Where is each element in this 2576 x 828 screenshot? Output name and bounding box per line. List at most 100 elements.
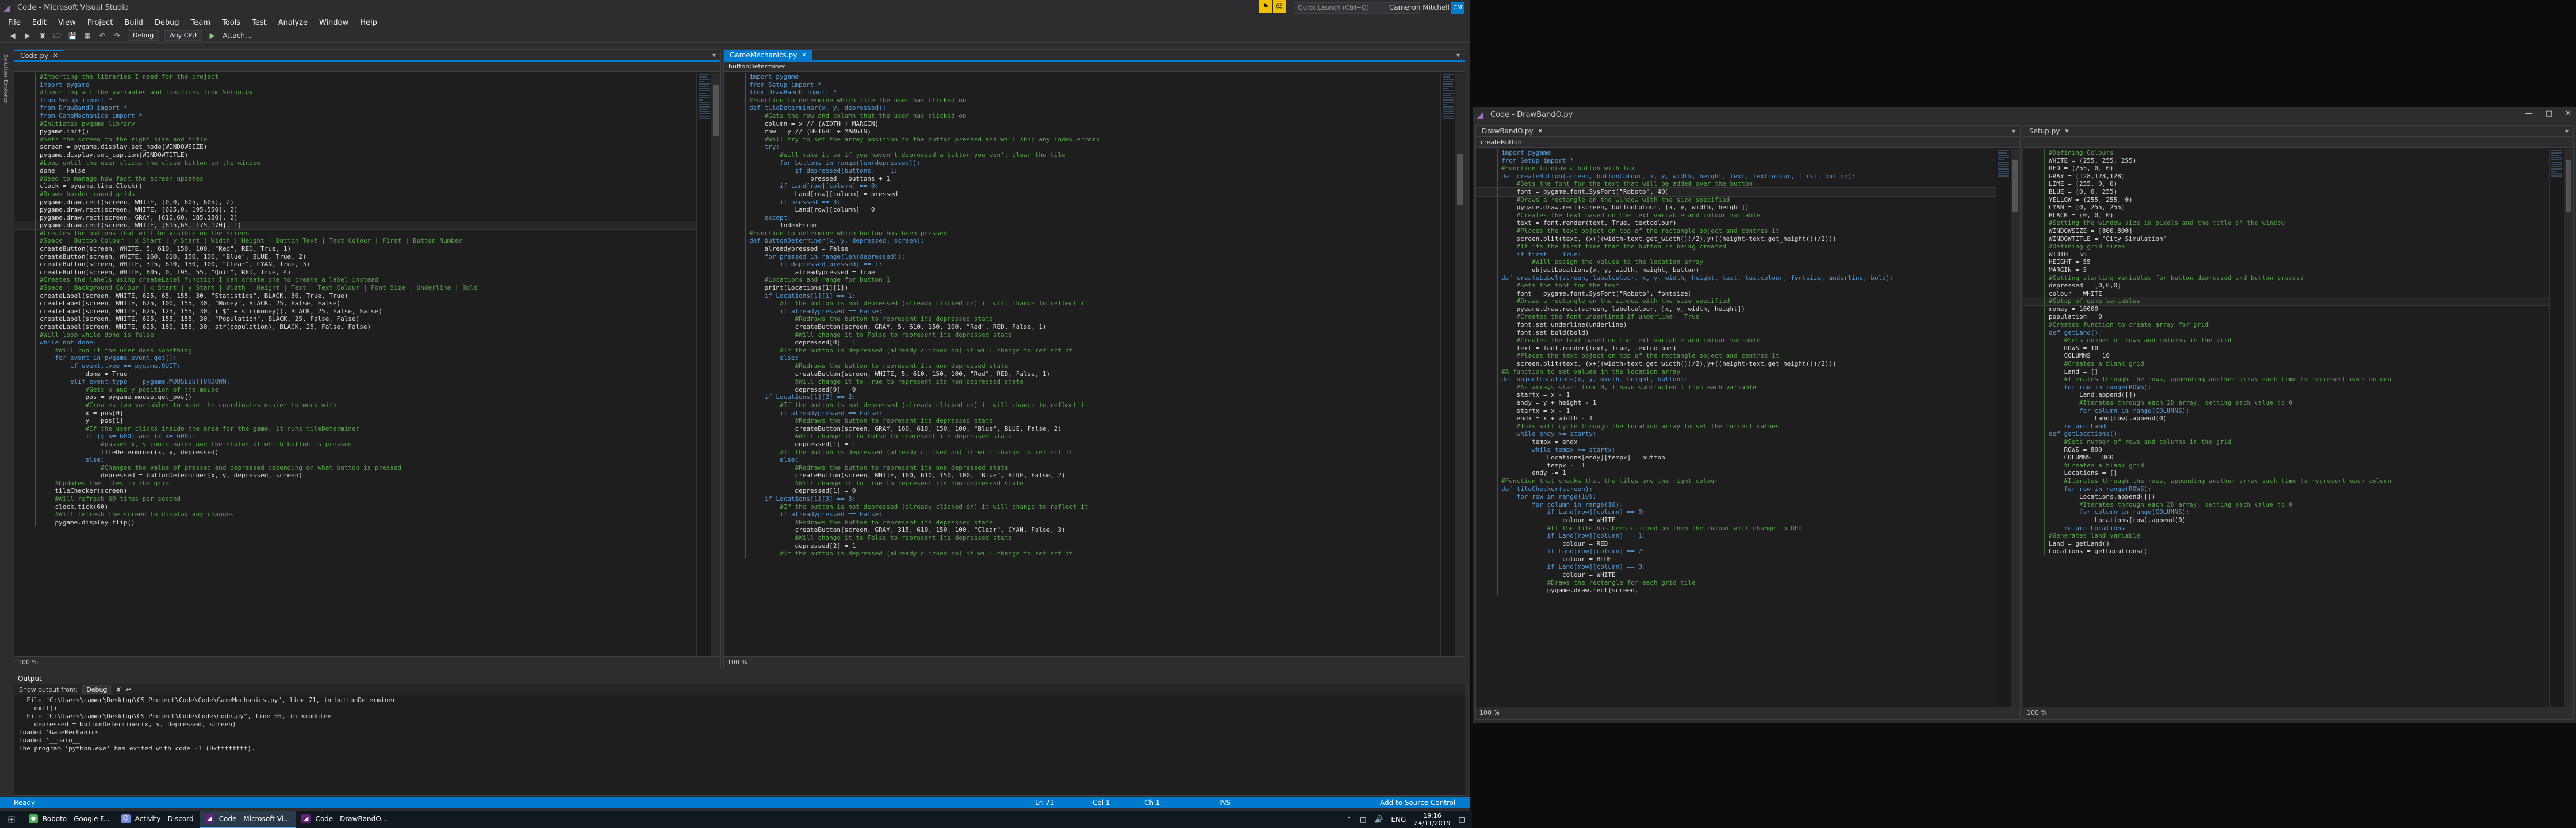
code-line[interactable]: def createLabel(screen, labelcolour, x, … (1476, 274, 1997, 282)
code-line[interactable]: endy = y + height - 1 (1476, 399, 1997, 407)
code-line[interactable]: try: (724, 143, 1442, 151)
code-line[interactable]: #If its the first time that the button i… (1476, 243, 1997, 251)
tab-overflow-icon[interactable]: ▾ (2560, 126, 2573, 136)
code-line[interactable]: #Creates a blank grid (2023, 360, 2550, 368)
code-line[interactable]: #Iterates through the rows, appending an… (2023, 375, 2550, 384)
code-line[interactable]: #Will refresh 60 times per second (14, 495, 697, 503)
taskbar-item-chrome[interactable]: ● Roboto - Google F... (23, 811, 116, 828)
code-line[interactable]: RED = (255, 0, 0) (2023, 164, 2550, 172)
code-line[interactable]: #Loop until the user clicks the close bu… (14, 159, 697, 167)
code-line[interactable]: #Creates the text based on the text vari… (1476, 211, 1997, 220)
network-icon[interactable]: ◫ (1360, 815, 1366, 823)
solution-explorer-label[interactable]: Solution Explorer (2, 54, 9, 103)
save-icon[interactable]: 💾 (68, 31, 77, 40)
code-line[interactable]: #Draws a rectangle on the window with th… (1476, 297, 1997, 305)
code-line[interactable]: #Space | Background Colour | x Start | y… (14, 284, 697, 292)
code-line[interactable]: pressed = buttons + 1 (724, 174, 1442, 183)
code-line[interactable]: for row in range(10): (1476, 493, 1997, 501)
menu-tools[interactable]: Tools (222, 18, 240, 27)
taskbar-item-visual-studio-2[interactable]: ◢ Code - DrawBandO... (296, 811, 393, 828)
code-line[interactable]: colour = BLUE (1476, 555, 1997, 564)
code-line[interactable]: if alreadypressed == False: (724, 511, 1442, 519)
code-line[interactable]: tileChecker(screen) (14, 487, 697, 496)
code-line[interactable]: depressed = buttonDeterminer(x, y, depre… (14, 471, 697, 480)
code-line[interactable]: depressed[2] = 1 (724, 542, 1442, 550)
code-line[interactable]: WINDOWSIZE = [800,800] (2023, 227, 2550, 235)
code-line[interactable]: createLabel(screen, WHITE, 625, 180, 155… (14, 323, 697, 331)
menu-window[interactable]: Window (319, 18, 348, 27)
code-line[interactable]: #Will run if the user does something (14, 346, 697, 355)
code-line[interactable]: screen = pygame.display.set_mode(WINDOWS… (14, 143, 697, 151)
code-line[interactable]: #Will try to set the array position to t… (724, 135, 1442, 144)
code-line[interactable]: COLUMNS = 10 (2023, 352, 2550, 361)
tab-drawbando-py[interactable]: DrawBandO.py ✕ (1476, 126, 1549, 136)
code-line[interactable]: for row in range(ROWS): (2023, 485, 2550, 493)
code-line[interactable]: #Will change it to True to represent its… (724, 479, 1442, 488)
code-line[interactable]: return Locations (2023, 524, 2550, 532)
code-line[interactable]: for column in range(COLUMNS): (2023, 407, 2550, 415)
code-line[interactable]: if Locations[1][2] == 2: (724, 393, 1442, 401)
code-line[interactable]: #Will refresh the screen to display any … (14, 511, 697, 519)
code-line[interactable]: LIME = (255, 0, 0) (2023, 180, 2550, 188)
user-avatar-badge[interactable]: CM (1451, 2, 1464, 14)
code-line[interactable]: for column in range(COLUMNS): (2023, 508, 2550, 516)
close-tab-icon[interactable]: ✕ (802, 52, 806, 59)
code-line[interactable]: #Sets the font for the text (1476, 282, 1997, 290)
code-line[interactable]: def tileDeterminer(x, y, depressed): (724, 104, 1442, 112)
scrollbar-thumb[interactable] (713, 85, 719, 136)
code-line[interactable]: createButton(screen, WHITE, 160, 610, 15… (724, 471, 1442, 480)
redo-icon[interactable]: ↷ (113, 31, 122, 40)
zoom-level[interactable]: 100 % (1476, 707, 2020, 719)
menu-team[interactable]: Team (191, 18, 210, 27)
code-line[interactable]: import pygame (724, 73, 1442, 81)
code-line[interactable]: #Space | Button Colour | x Start | y Sta… (14, 237, 697, 246)
input-language[interactable]: ENG (1391, 815, 1406, 823)
code-line[interactable]: for row in range(ROWS): (2023, 383, 2550, 392)
code-line[interactable]: y = pos[1] (14, 417, 697, 425)
code-line[interactable]: #If the button is not depressed (already… (724, 401, 1442, 409)
close-tab-icon[interactable]: ✕ (53, 53, 57, 59)
code-line[interactable]: pygame.display.set_caption(WINDOWTITLE) (14, 151, 697, 159)
code-line[interactable]: if alreadypressed == False: (724, 307, 1442, 316)
menu-build[interactable]: Build (124, 18, 143, 27)
code-line[interactable]: #Function to determine which button has … (724, 229, 1442, 237)
add-to-source-control[interactable]: Add to Source Control (1380, 799, 1455, 807)
code-line[interactable]: if Land[row][column] == 0: (1476, 508, 1997, 516)
code-line[interactable]: #Defining Colours (2023, 149, 2550, 157)
notifications-flag-icon[interactable]: ⚑ (1259, 0, 1272, 13)
code-line[interactable]: import pygame (14, 80, 697, 89)
code-line[interactable]: objectLocations(x, y, width, height, but… (1476, 266, 1997, 274)
zoom-level[interactable]: 100 % (2023, 707, 2573, 719)
tab-code-py[interactable]: Code.py ✕ (14, 50, 64, 60)
code-line[interactable]: from DrawBandO import * (14, 104, 697, 112)
code-line[interactable]: #passes x, y coordinates and the status … (14, 440, 697, 448)
close-tab-icon[interactable]: ✕ (1538, 128, 1543, 135)
code-line[interactable]: from Setup import * (724, 80, 1442, 89)
code-line[interactable]: createButton(screen, WHITE, 5, 610, 150,… (14, 245, 697, 253)
code-line[interactable]: #Will change it to False to represent it… (724, 432, 1442, 440)
code-line[interactable]: money = 10000 (2023, 305, 2550, 313)
code-line[interactable]: #Will assign the values to the location … (1476, 258, 1997, 266)
code-line[interactable]: #Redraws the button to represent its non… (724, 362, 1442, 370)
code-line[interactable]: print(Locations[1][1]) (724, 284, 1442, 292)
code-line[interactable]: if event.type == pygame.QUIT: (14, 362, 697, 370)
code-line[interactable]: Locations = getLocations() (2023, 547, 2550, 555)
code-line[interactable]: done = False (14, 167, 697, 175)
status-line[interactable]: Ln 71 (1035, 799, 1054, 807)
code-line[interactable]: endy -= 1 (1476, 469, 1997, 477)
code-minimap[interactable] (1440, 73, 1455, 656)
code-line[interactable]: createButton(screen, WHITE, 5, 610, 150,… (724, 370, 1442, 378)
code-line[interactable]: alreadypressed = False (724, 245, 1442, 253)
code-line[interactable]: YELLOW = (255, 255, 0) (2023, 195, 2550, 204)
code-line[interactable]: #Draws a rectangle on the window with th… (1476, 195, 1997, 204)
taskbar-item-visual-studio[interactable]: ◢ Code - Microsoft Vi... (199, 811, 296, 828)
code-line[interactable]: while tempx >= startx: (1476, 446, 1997, 454)
solution-configuration-select[interactable]: Debug (128, 30, 159, 41)
code-line[interactable]: if Land[row][column] == 2: (1476, 547, 1997, 555)
vertical-scrollbar[interactable] (1455, 73, 1465, 656)
code-line[interactable]: createLabel(screen, WHITE, 625, 125, 155… (14, 307, 697, 316)
code-line[interactable]: #Will change it to False to represent it… (724, 534, 1442, 542)
save-all-icon[interactable]: ▦ (83, 31, 92, 40)
code-line[interactable]: clock.tick(60) (14, 503, 697, 511)
code-line[interactable]: GRAY = (128,128,128) (2023, 172, 2550, 181)
